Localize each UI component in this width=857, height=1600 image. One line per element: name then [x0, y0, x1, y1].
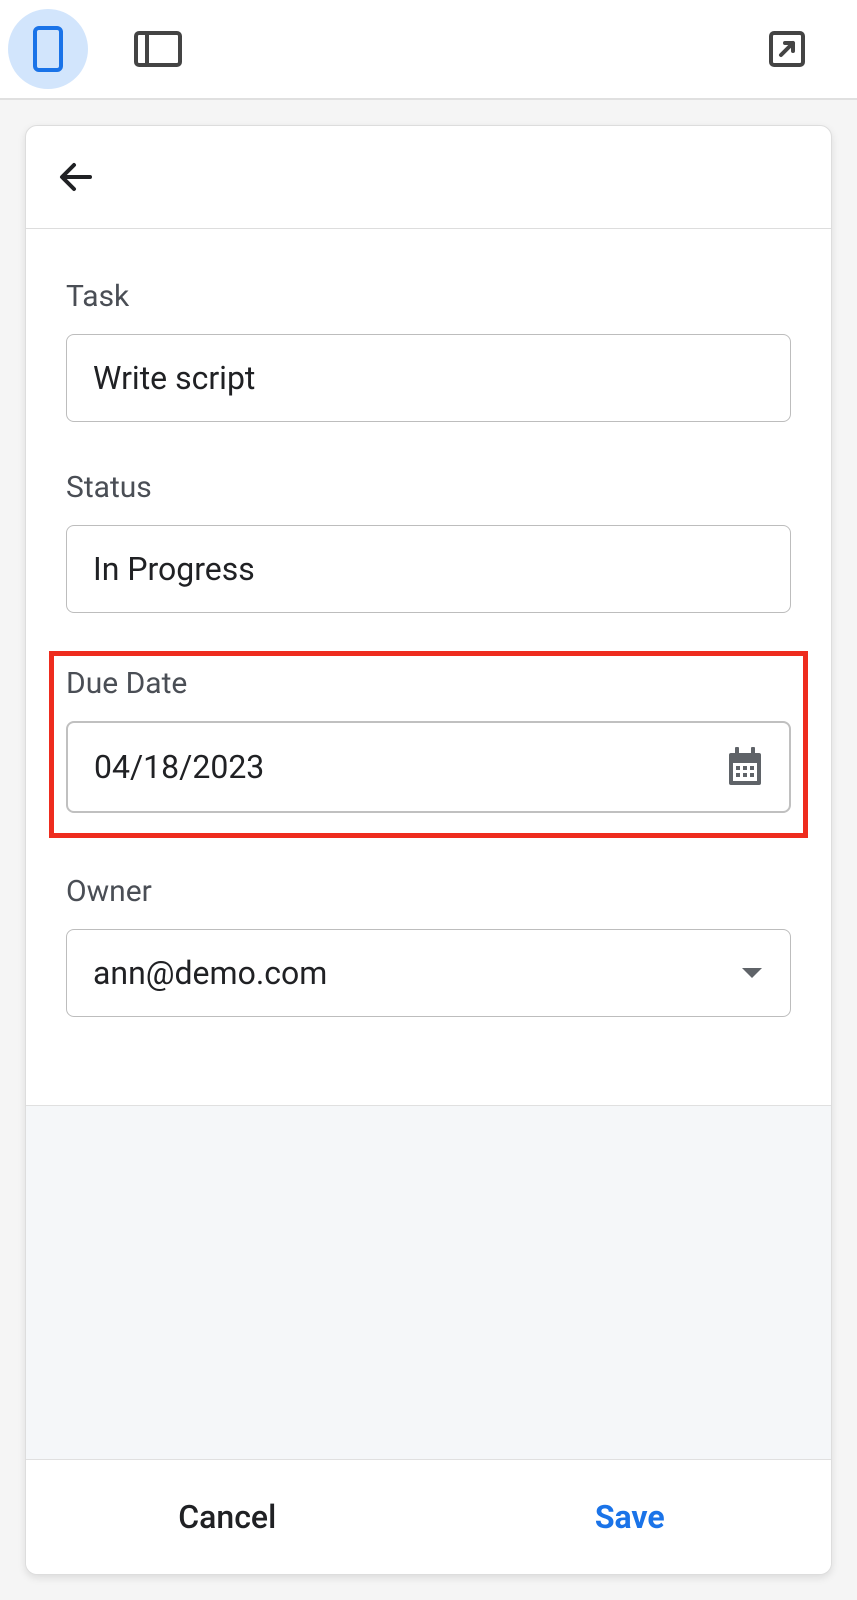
owner-select[interactable]: ann@demo.com: [66, 929, 791, 1017]
open-external-button[interactable]: [747, 9, 827, 89]
tablet-view-button[interactable]: [118, 9, 198, 89]
preview-area: Task Write script Status In Progress Due…: [0, 100, 857, 1600]
save-button[interactable]: Save: [429, 1460, 832, 1574]
preview-toolbar: [0, 0, 857, 100]
mobile-view-button[interactable]: [8, 9, 88, 89]
cancel-button[interactable]: Cancel: [26, 1460, 429, 1574]
owner-field-group: Owner ann@demo.com: [66, 874, 791, 1017]
calendar-icon: [727, 747, 763, 787]
task-input[interactable]: Write script: [66, 334, 791, 422]
back-button[interactable]: [56, 156, 801, 198]
task-label: Task: [66, 279, 791, 314]
arrow-left-icon: [56, 156, 98, 198]
chevron-down-icon: [740, 966, 764, 980]
mobile-icon: [33, 26, 63, 72]
due-date-value: 04/18/2023: [94, 748, 264, 786]
status-value: In Progress: [93, 550, 255, 588]
due-date-label: Due Date: [66, 666, 791, 701]
form-card: Task Write script Status In Progress Due…: [25, 125, 832, 1575]
due-date-field-group: Due Date 04/18/2023: [49, 651, 808, 838]
owner-label: Owner: [66, 874, 791, 909]
card-spacer: [26, 1105, 831, 1459]
status-label: Status: [66, 470, 791, 505]
toolbar-left: [8, 9, 198, 89]
card-header: [26, 126, 831, 229]
external-link-icon: [767, 29, 807, 69]
status-input[interactable]: In Progress: [66, 525, 791, 613]
card-footer: Cancel Save: [26, 1459, 831, 1574]
task-field-group: Task Write script: [66, 279, 791, 422]
tablet-icon: [134, 31, 182, 67]
due-date-input[interactable]: 04/18/2023: [66, 721, 791, 813]
card-body: Task Write script Status In Progress Due…: [26, 229, 831, 1105]
task-value: Write script: [93, 359, 255, 397]
owner-value: ann@demo.com: [93, 954, 327, 992]
status-field-group: Status In Progress: [66, 470, 791, 613]
